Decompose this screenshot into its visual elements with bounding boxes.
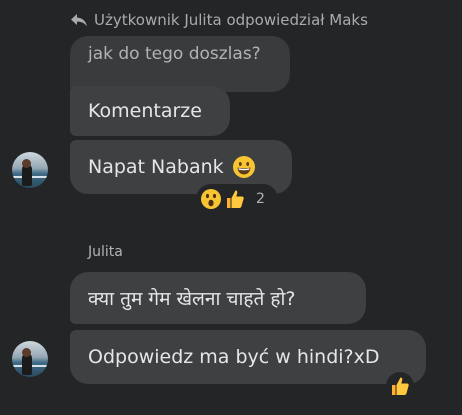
message-text: Komentarze: [88, 100, 202, 122]
chat-view: Użytkownik Julita odpowiedział Maks jak …: [0, 0, 462, 415]
avatar[interactable]: [12, 152, 48, 188]
message-bubble[interactable]: क्या तुम गेम खेलना चाहते हो?: [70, 272, 366, 324]
grinning-face-icon: [232, 155, 256, 179]
thumbs-up-icon: [224, 188, 246, 210]
message-bubble[interactable]: Odpowiedz ma być w hindi?xD: [70, 330, 426, 384]
wow-face-icon: [200, 188, 222, 210]
avatar-photo-detail: [22, 348, 31, 357]
thumbs-up-icon: [389, 375, 411, 397]
reply-arrow-icon: [70, 12, 88, 28]
quoted-message[interactable]: jak do tego doszlas?: [70, 36, 290, 92]
avatar-photo-detail: [22, 159, 31, 168]
message-bubble[interactable]: Komentarze: [70, 86, 230, 136]
sender-name: Julita: [88, 244, 123, 260]
message-text: Odpowiedz ma być w hindi?xD: [88, 346, 380, 368]
reply-header: Użytkownik Julita odpowiedział Maks: [70, 10, 368, 30]
avatar[interactable]: [12, 341, 48, 377]
message-text: Napat Nabank: [88, 156, 224, 178]
thumbs-up-reaction[interactable]: [386, 372, 414, 400]
reply-header-text: Użytkownik Julita odpowiedział Maks: [94, 11, 368, 29]
quoted-message-text: jak do tego doszlas?: [88, 44, 261, 64]
reactions-badge[interactable]: 2: [196, 184, 278, 214]
reaction-count: 2: [256, 191, 265, 207]
message-text: क्या तुम गेम खेलना चाहते हो?: [88, 288, 296, 310]
